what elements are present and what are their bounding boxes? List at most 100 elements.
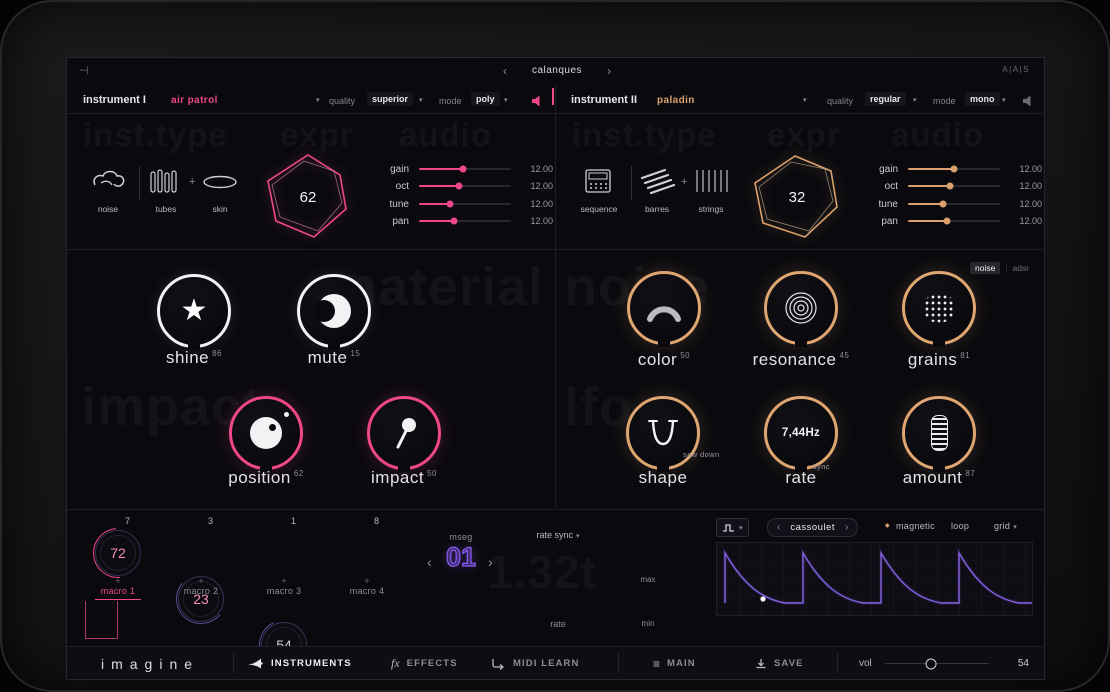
main-menu-button[interactable]: ≡ MAIN	[653, 647, 696, 679]
mseg-waveform-editor[interactable]	[716, 542, 1033, 616]
tab-midi-learn[interactable]: MIDI LEARN	[491, 647, 579, 679]
mseg-number[interactable]: 01	[439, 541, 483, 573]
bg-word-inst-type: inst.type	[83, 116, 228, 154]
bg-word-audio: audio	[891, 116, 984, 154]
rate-sync-select[interactable]: rate sync ▾	[503, 530, 613, 540]
barres-source-icon[interactable]	[639, 168, 676, 199]
lfo-sync-toggle[interactable]: ● sync	[807, 462, 830, 471]
instrument2-quality-select[interactable]: regular	[865, 92, 906, 106]
position-knob[interactable]	[229, 396, 303, 470]
chevron-down-icon[interactable]: ▾	[316, 96, 320, 104]
aas-brand-logo: A|A|S	[1002, 65, 1030, 74]
macro-1-add-button[interactable]: +	[111, 576, 125, 586]
mseg-preset-prev[interactable]: ‹	[777, 522, 780, 533]
skin-source-icon[interactable]	[201, 174, 239, 195]
pan-slider[interactable]	[419, 217, 511, 225]
bg-word-inst-type: inst.type	[572, 116, 717, 154]
magnetic-toggle[interactable]: magnetic	[896, 521, 935, 531]
lfo-shape-knob-label: shape	[638, 468, 688, 487]
macro-mod-value: 1	[291, 516, 297, 526]
slider-value: 12.00	[530, 216, 553, 226]
macro-2-add-button[interactable]: +	[194, 576, 208, 586]
lfo-amount-knob[interactable]	[902, 396, 976, 470]
oct-slider[interactable]	[419, 182, 511, 190]
instrument2-audition-speaker-icon[interactable]	[1022, 94, 1035, 112]
gain-slider[interactable]	[419, 165, 511, 173]
grains-knob-label: grains 81	[907, 350, 971, 369]
slider-value: 12.00	[1019, 164, 1042, 174]
lfo-amount-knob-label: amount 87	[902, 468, 976, 487]
volume-slider[interactable]	[885, 658, 989, 669]
macro-1-knob[interactable]: 72	[95, 530, 141, 576]
macro-1-underline	[95, 599, 141, 600]
chevron-down-icon[interactable]: ▾	[803, 96, 807, 104]
tubes-source-icon[interactable]	[149, 168, 183, 199]
macro-3-add-button[interactable]: +	[277, 576, 291, 586]
slider-row: pan 12.00	[862, 215, 1042, 227]
lfo-rate-knob[interactable]: 7,44Hz	[764, 396, 838, 470]
chevron-down-icon[interactable]: ▾	[913, 96, 917, 104]
chevron-down-icon[interactable]: ▾	[1002, 96, 1006, 104]
bg-word-expr: expr	[767, 116, 841, 154]
tune-slider[interactable]	[908, 200, 1000, 208]
color-knob[interactable]	[627, 271, 701, 345]
preset-next-button[interactable]: ›	[607, 64, 611, 78]
color-knob-label: color 50	[637, 350, 691, 369]
toggle-option-adsr[interactable]: adsr	[1013, 263, 1030, 273]
mseg-preset-selector[interactable]: ‹ cassoulet ›	[767, 518, 859, 537]
chevron-down-icon[interactable]: ▾	[419, 96, 423, 104]
arc-icon	[647, 306, 681, 322]
source-label: sequence	[580, 204, 618, 214]
oct-slider[interactable]	[908, 182, 1000, 190]
save-button[interactable]: SAVE	[755, 647, 804, 679]
mseg-preset-next[interactable]: ›	[845, 522, 848, 533]
instrument1-mode-select[interactable]: poly	[471, 92, 500, 106]
global-preset-name[interactable]: calanques	[519, 65, 595, 76]
shine-knob[interactable]: ★	[157, 274, 231, 348]
source-label: noise	[97, 204, 119, 214]
instrument2-preset-select[interactable]: paladin	[657, 95, 695, 106]
tune-slider[interactable]	[419, 200, 511, 208]
slider-row: gain 12.00	[862, 163, 1042, 175]
mseg-prev-button[interactable]: ‹	[427, 554, 432, 570]
macro-4-add-button[interactable]: +	[360, 576, 374, 586]
preset-prev-button[interactable]: ‹	[503, 64, 507, 78]
waveform-node-handle[interactable]	[760, 596, 766, 602]
impact-knob[interactable]	[367, 396, 441, 470]
macro-4-label[interactable]: macro 4	[337, 586, 397, 596]
tab-instruments[interactable]: INSTRUMENTS	[247, 647, 352, 679]
macro-2-label[interactable]: macro 2	[171, 586, 231, 596]
volume-slider-thumb[interactable]	[925, 658, 937, 669]
resonance-knob[interactable]	[764, 271, 838, 345]
instrument2-quality-label: quality	[827, 96, 854, 106]
noise-source-icon[interactable]	[90, 168, 126, 199]
magnetic-diamond-icon: ◆	[885, 523, 890, 529]
instrument2-mode-select[interactable]: mono	[965, 92, 1000, 106]
instrument1-title: instrument I	[83, 94, 146, 106]
mallet-icon	[396, 418, 416, 449]
macro-1-label[interactable]: macro 1	[88, 586, 148, 596]
gain-slider[interactable]	[908, 165, 1000, 173]
chevron-down-icon[interactable]: ▾	[504, 96, 508, 104]
noise-adsr-toggle[interactable]: noise | adsr	[970, 262, 1029, 274]
tab-effects[interactable]: fx EFFECTS	[391, 647, 458, 679]
source-label: tubes	[155, 204, 177, 214]
pan-slider[interactable]	[908, 217, 1000, 225]
mseg-wave-type-select[interactable]: ▾	[716, 518, 749, 537]
fx-icon: fx	[391, 656, 400, 670]
plus-icon: +	[189, 176, 196, 188]
mute-knob[interactable]	[297, 274, 371, 348]
loop-toggle[interactable]: loop	[951, 521, 969, 531]
mseg-next-button[interactable]: ›	[488, 554, 493, 570]
instrument1-preset-select[interactable]: air patrol	[171, 95, 218, 106]
macro-3-label[interactable]: macro 3	[254, 586, 314, 596]
sequence-source-icon[interactable]	[579, 168, 617, 201]
macro-mod-value: 8	[374, 516, 380, 526]
pin-icon[interactable]: ⊣	[79, 64, 89, 77]
instrument1-audition-speaker-icon[interactable]	[531, 94, 544, 112]
grid-select[interactable]: grid ▾	[994, 521, 1017, 531]
strings-source-icon[interactable]	[693, 168, 729, 199]
slider-label: oct	[395, 180, 409, 192]
grains-knob[interactable]	[902, 271, 976, 345]
instrument1-quality-select[interactable]: superior	[367, 92, 414, 106]
